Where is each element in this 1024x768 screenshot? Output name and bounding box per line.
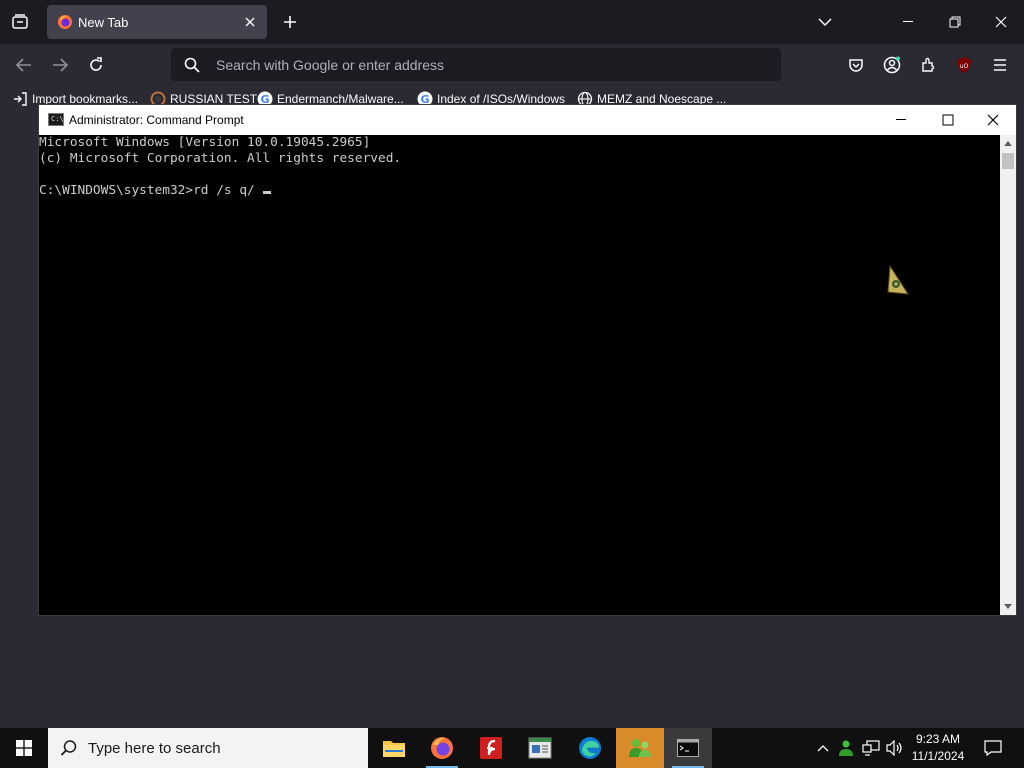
minimize-icon[interactable]: [886, 0, 932, 44]
ublock-origin-icon[interactable]: uO: [952, 53, 976, 77]
command-prompt-window[interactable]: C:\ Administrator: Command Prompt Micros…: [38, 104, 1017, 616]
cmd-close-icon[interactable]: [970, 105, 1016, 135]
tab-title: New Tab: [78, 15, 129, 30]
tab-new-tab[interactable]: New Tab: [47, 5, 267, 39]
cmd-title-bar[interactable]: C:\ Administrator: Command Prompt: [39, 105, 1016, 135]
cmd-minimize-icon[interactable]: [879, 105, 925, 135]
console-line: (c) Microsoft Corporation. All rights re…: [39, 151, 402, 166]
menu-icon[interactable]: [988, 53, 1012, 77]
cmd-app-icon: C:\: [48, 113, 64, 126]
search-icon: [184, 57, 200, 78]
console-output[interactable]: Microsoft Windows [Version 10.0.19045.29…: [39, 135, 999, 615]
taskbar-search-placeholder: Type here to search: [88, 740, 221, 757]
show-hidden-icons-chevron-icon[interactable]: [812, 728, 834, 768]
network-icon[interactable]: [860, 728, 882, 768]
back-icon[interactable]: [10, 52, 38, 78]
restore-icon[interactable]: [932, 0, 978, 44]
reload-icon[interactable]: [82, 52, 110, 78]
scrollbar-thumb[interactable]: [1002, 153, 1014, 169]
pocket-icon[interactable]: [844, 53, 868, 77]
account-icon[interactable]: [880, 53, 904, 77]
new-tab-icon[interactable]: [278, 10, 302, 34]
file-explorer-icon[interactable]: [370, 728, 418, 768]
close-window-icon[interactable]: [978, 0, 1024, 44]
system-clock[interactable]: 9:23 AM 11/1/2024: [908, 731, 968, 765]
svg-text:uO: uO: [960, 63, 969, 70]
console-line: Microsoft Windows [Version 10.0.19045.29…: [39, 135, 371, 150]
address-bar[interactable]: [171, 48, 781, 81]
extensions-icon[interactable]: [916, 53, 940, 77]
clock-date: 11/1/2024: [911, 749, 965, 763]
firefox-icon: [57, 14, 73, 30]
text-cursor: [262, 191, 271, 194]
notification-center-icon[interactable]: [978, 728, 1008, 768]
firefox-taskbar-icon[interactable]: [418, 728, 466, 768]
tab-strip: New Tab: [0, 0, 1024, 44]
taskbar-search-icon: [60, 739, 78, 762]
vertical-scrollbar[interactable]: [1000, 135, 1016, 615]
forward-icon[interactable]: [46, 52, 74, 78]
scroll-up-icon[interactable]: [1000, 135, 1016, 151]
taskbar: Type here to search 9:23 AM 11/1/2024: [0, 728, 1024, 768]
warning-cursor-icon: [884, 264, 914, 298]
import-icon: [12, 91, 28, 107]
flash-player-icon[interactable]: [467, 728, 515, 768]
console-prompt: C:\WINDOWS\system32>rd /s q/: [39, 183, 255, 198]
cmd-maximize-icon[interactable]: [925, 105, 971, 135]
command-prompt-taskbar-icon[interactable]: [664, 728, 712, 768]
people-tray-icon[interactable]: [836, 728, 858, 768]
list-all-tabs-icon[interactable]: [813, 10, 837, 34]
notepad-app-icon[interactable]: [516, 728, 564, 768]
tab-list-icon[interactable]: [8, 10, 32, 34]
url-input[interactable]: [216, 48, 756, 81]
console-prompt-line: C:\WINDOWS\system32>rd /s q/: [39, 183, 999, 199]
volume-icon[interactable]: [884, 728, 906, 768]
scroll-down-icon[interactable]: [1000, 599, 1016, 615]
close-tab-icon[interactable]: [242, 14, 258, 30]
windows-start-icon[interactable]: [0, 728, 48, 768]
edge-icon[interactable]: [566, 728, 614, 768]
clock-time: 9:23 AM: [915, 732, 961, 746]
taskbar-search-box[interactable]: Type here to search: [48, 728, 368, 768]
cmd-window-title: Administrator: Command Prompt: [69, 113, 244, 127]
memz-app-icon[interactable]: [616, 728, 664, 768]
navigation-toolbar: uO: [0, 44, 1024, 86]
